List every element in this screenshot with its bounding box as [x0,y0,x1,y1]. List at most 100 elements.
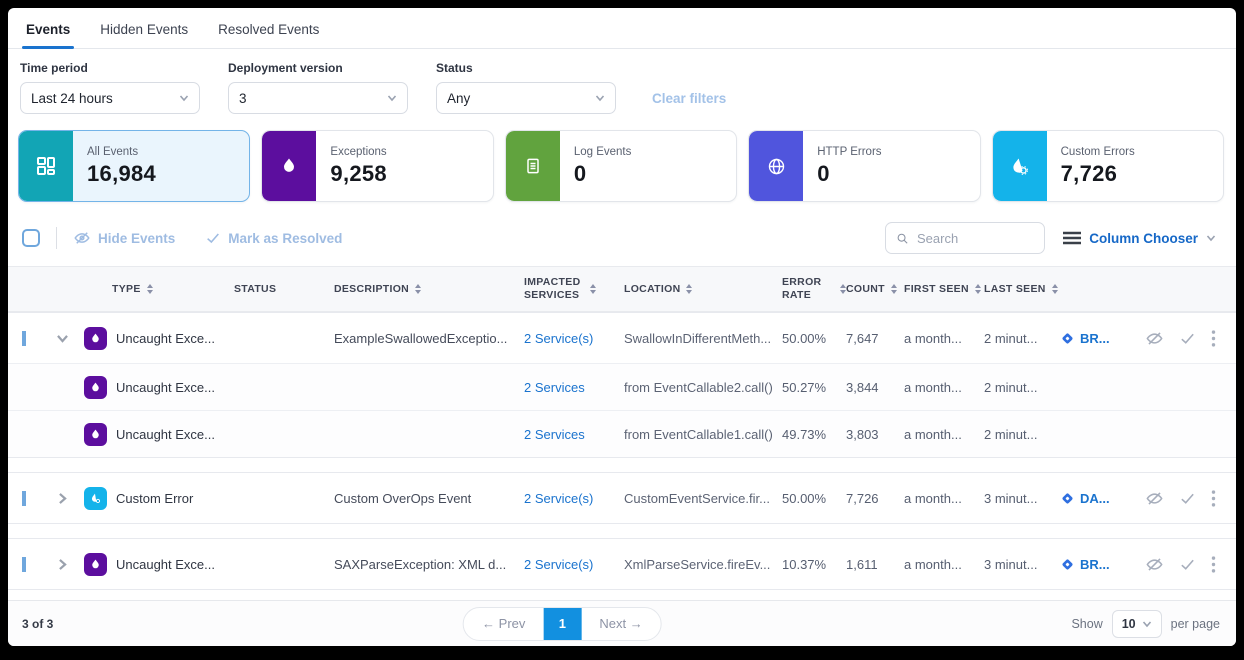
impacted-services-link[interactable]: 2 Service(s) [524,331,624,346]
filter-bar: Time period Last 24 hours Deployment ver… [8,49,1236,128]
status-filter: Status Any [436,61,616,114]
card-label: Log Events [574,146,632,158]
next-page-button[interactable]: Next → [581,608,660,640]
chevron-down-icon [1142,619,1152,629]
eye-off-icon [1145,329,1164,348]
row-checkbox[interactable] [22,557,26,572]
expand-row-button[interactable] [56,558,84,571]
header-count[interactable]: COUNT [846,283,904,295]
mark-resolved-label: Mark as Resolved [228,231,342,246]
header-error-rate[interactable]: ERROR RATE [782,276,846,302]
eye-off-icon [73,229,91,247]
impacted-services-link[interactable]: 2 Services [524,380,624,395]
check-icon [1179,490,1196,507]
search-input[interactable] [917,231,1034,246]
resolve-event-button[interactable] [1179,556,1196,573]
grid-icon [19,131,73,201]
event-group: Custom Error Custom OverOps Event 2 Serv… [8,472,1236,524]
impacted-services-link[interactable]: 2 Service(s) [524,557,624,572]
mark-resolved-button[interactable]: Mark as Resolved [205,230,342,246]
table-subrow[interactable]: Uncaught Exce... 2 Services from EventCa… [8,363,1236,410]
collapse-row-button[interactable] [56,332,84,345]
event-type: Uncaught Exce... [116,380,215,395]
event-type: Uncaught Exce... [116,427,215,442]
header-type[interactable]: TYPE [84,283,234,295]
impacted-services-link[interactable]: 2 Services [524,427,624,442]
sort-icon [415,284,421,294]
tab-hidden-events[interactable]: Hidden Events [100,22,188,48]
page-number-button[interactable]: 1 [543,608,581,640]
table-row[interactable]: Custom Error Custom OverOps Event 2 Serv… [8,473,1236,523]
hide-events-button[interactable]: Hide Events [73,229,175,247]
hide-event-button[interactable] [1145,555,1164,574]
hide-event-button[interactable] [1145,329,1164,348]
flame-gear-icon [993,131,1047,201]
jira-ticket-link[interactable]: BR... [1060,557,1124,572]
prev-page-button[interactable]: ← Prev [464,608,543,640]
document-icon [506,131,560,201]
row-menu-button[interactable] [1211,556,1216,573]
time-period-filter: Time period Last 24 hours [20,61,200,114]
event-location: from EventCallable1.call() [624,427,782,442]
table-toolbar: Hide Events Mark as Resolved Column Choo… [8,216,1236,266]
tab-events[interactable]: Events [26,22,70,48]
first-seen: a month... [904,557,984,572]
time-period-select[interactable]: Last 24 hours [20,82,200,114]
card-log-events[interactable]: Log Events 0 [505,130,737,202]
last-seen: 3 minut... [984,557,1060,572]
sort-icon [1052,284,1058,294]
impacted-services-link[interactable]: 2 Service(s) [524,491,624,506]
header-last-seen[interactable]: LAST SEEN [984,283,1060,295]
event-description: ExampleSwallowedExceptio... [334,331,524,346]
header-description[interactable]: DESCRIPTION [334,283,524,295]
row-menu-button[interactable] [1211,490,1216,507]
last-seen: 3 minut... [984,491,1060,506]
chevron-down-icon [56,332,69,345]
header-first-seen[interactable]: FIRST SEEN [904,283,984,295]
table-row[interactable]: Uncaught Exce... ExampleSwallowedExcepti… [8,313,1236,363]
jira-ticket-link[interactable]: DA... [1060,491,1124,506]
table-row[interactable]: Uncaught Exce... SAXParseException: XML … [8,539,1236,589]
jira-diamond-icon [1060,557,1075,572]
card-http-errors[interactable]: HTTP Errors 0 [748,130,980,202]
row-range: 3 of 3 [22,617,53,631]
flame-gear-icon [84,487,107,510]
clear-filters-button[interactable]: Clear filters [652,91,726,106]
event-description: Custom OverOps Event [334,491,524,506]
tab-bar: Events Hidden Events Resolved Events [8,8,1236,49]
stat-cards: All Events 16,984 Exceptions 9,258 Log E… [8,128,1236,216]
event-count: 7,726 [846,491,904,506]
flame-icon [84,423,107,446]
sort-icon [686,284,692,294]
jira-ticket-link[interactable]: BR... [1060,331,1124,346]
flame-icon [84,376,107,399]
time-period-value: Last 24 hours [31,91,113,106]
status-value: Any [447,91,470,106]
page-size-select[interactable]: 10 [1112,610,1162,638]
card-custom-errors[interactable]: Custom Errors 7,726 [992,130,1224,202]
jira-diamond-icon [1060,491,1075,506]
column-chooser-button[interactable]: Column Chooser [1063,231,1216,246]
header-location[interactable]: LOCATION [624,283,782,295]
resolve-event-button[interactable] [1179,330,1196,347]
first-seen: a month... [904,380,984,395]
kebab-menu-icon [1211,490,1216,507]
row-checkbox[interactable] [22,331,26,346]
card-exceptions[interactable]: Exceptions 9,258 [261,130,493,202]
row-checkbox[interactable] [22,491,26,506]
status-select[interactable]: Any [436,82,616,114]
header-impacted-services[interactable]: IMPACTED SERVICES [524,276,596,302]
deployment-version-select[interactable]: 3 [228,82,408,114]
deployment-version-label: Deployment version [228,61,408,75]
select-all-checkbox[interactable] [22,229,40,247]
event-type: Uncaught Exce... [116,331,215,346]
divider [56,227,57,249]
hide-event-button[interactable] [1145,489,1164,508]
card-all-events[interactable]: All Events 16,984 [18,130,250,202]
row-menu-button[interactable] [1211,330,1216,347]
tab-resolved-events[interactable]: Resolved Events [218,22,319,48]
jira-diamond-icon [1060,331,1075,346]
table-subrow[interactable]: Uncaught Exce... 2 Services from EventCa… [8,410,1236,457]
resolve-event-button[interactable] [1179,490,1196,507]
expand-row-button[interactable] [56,492,84,505]
